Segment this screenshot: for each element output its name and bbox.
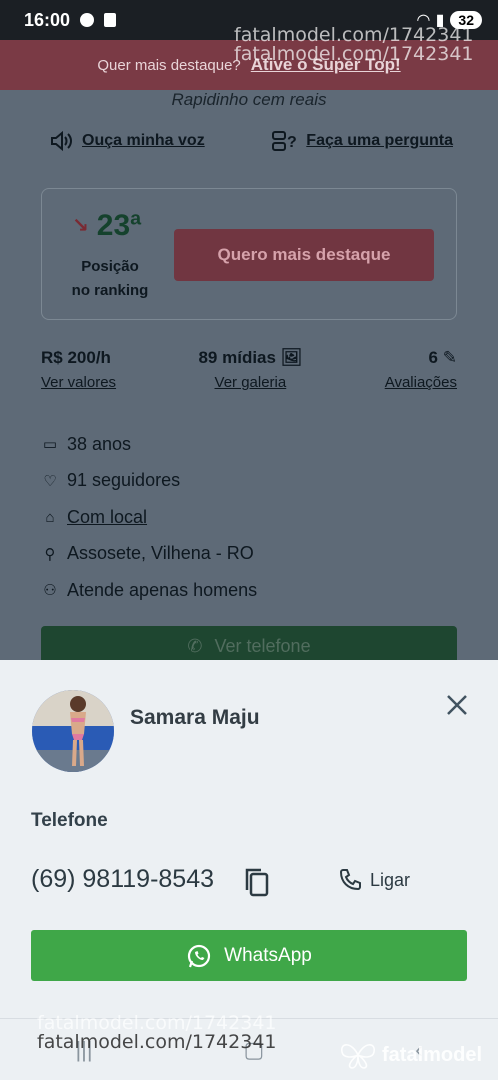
followers-label: 91 seguidores [67,470,181,491]
reviews-value: 6 [428,348,439,367]
location-pin-icon: ⚲ [44,545,56,563]
info-attends: ⚇ Atende apenas homens [41,572,257,609]
profile-tagline: Rapidinho cem reais [171,90,327,109]
profile-stats: R$ 200/h Ver valores 89 mídias 🖼 Ver gal… [41,348,457,391]
butterfly-logo-icon [341,1044,375,1069]
reviews-link[interactable]: Avaliações [385,374,457,391]
phone-title: Telefone [31,810,108,831]
profile-info-list: ▭ 38 anos ♡ 91 seguidores ⌂ Com local ⚲ … [41,426,257,609]
logo-text: fatalmodel [382,1043,483,1066]
profile-actions: Ouça minha voz ? Faça uma pergunta [50,130,453,152]
call-button[interactable]: Ligar [338,868,410,892]
profile-page: Rapidinho cem reais Ouça minha voz ? Faç… [0,90,498,666]
place-label: Com local [67,506,148,527]
app-notification-icon [104,13,117,27]
close-icon [447,695,467,715]
review-icon: ✎ [442,348,457,367]
fatalmodel-logo-watermark: fatalmodel [338,1040,482,1070]
image-icon: 🖼 [280,348,303,367]
more-highlight-button[interactable]: Quero mais destaque [174,229,434,281]
close-button[interactable] [440,688,474,722]
ranking-label: Posição no ranking [60,255,160,303]
users-icon: ⚇ [43,582,57,600]
copy-icon [245,868,269,897]
svg-text:?: ? [287,134,297,151]
reviews-stat: 6 ✎ Avaliações [385,348,457,391]
status-time: 16:00 [24,9,71,30]
speaker-icon [51,130,72,152]
ranking-card: ↘ 23ª Posição no ranking Quero mais dest… [41,188,457,320]
home-icon: ⌂ [45,508,55,526]
question-action[interactable]: ? Faça uma pergunta [272,130,453,152]
ranking-label-line1: Posição [81,258,139,275]
reviews-value-row: 6 ✎ [429,348,457,368]
chrome-notification-icon [80,13,95,27]
info-followers: ♡ 91 seguidores [41,463,257,500]
whatsapp-label: WhatsApp [224,944,312,966]
info-place[interactable]: ⌂ Com local [41,499,257,536]
whatsapp-button[interactable]: WhatsApp [31,930,467,981]
arrow-down-right-icon: ↘ [72,215,89,237]
see-gallery-link[interactable]: Ver galeria [215,374,287,391]
promo-text: Quer mais destaque? [97,56,241,74]
call-label: Ligar [370,869,411,890]
question-label: Faça uma pergunta [306,132,453,149]
price-value: R$ 200/h [41,348,111,367]
url-watermark: fatalmodel.com/1742341 [234,43,474,65]
phone-number: (69) 98119-8543 [31,865,215,893]
whatsapp-icon: ✆ [187,635,203,656]
user-heart-icon: ♡ [43,472,57,490]
question-icon: ? [272,131,297,151]
media-stat: 89 mídias 🖼 Ver galeria [198,348,302,391]
location-label: Assosete, Vilhena - RO [67,543,254,564]
ranking-position: ↘ 23ª [72,209,141,243]
info-age: ▭ 38 anos [41,426,257,463]
avatar [32,690,114,772]
ranking-label-line2: no ranking [71,282,149,299]
age-label: 38 anos [67,433,132,454]
voice-label: Ouça minha voz [82,132,205,149]
attends-label: Atende apenas homens [67,579,258,600]
phone-icon [339,869,361,891]
see-phone-label: Ver telefone [214,635,311,656]
id-card-icon: ▭ [42,436,58,454]
whatsapp-icon [188,944,211,967]
contact-name: Samara Maju [130,706,260,729]
media-value-row: 89 mídias 🖼 [198,348,302,368]
info-location: ⚲ Assosete, Vilhena - RO [41,536,257,573]
media-value: 89 mídias [198,348,276,367]
price-stat: R$ 200/h Ver valores [41,348,116,391]
ranking-value: 23ª [96,209,142,242]
copy-button[interactable] [243,866,271,898]
url-watermark: fatalmodel.com/1742341 [37,1031,277,1053]
see-prices-link[interactable]: Ver valores [41,374,116,391]
voice-action[interactable]: Ouça minha voz [50,130,205,152]
